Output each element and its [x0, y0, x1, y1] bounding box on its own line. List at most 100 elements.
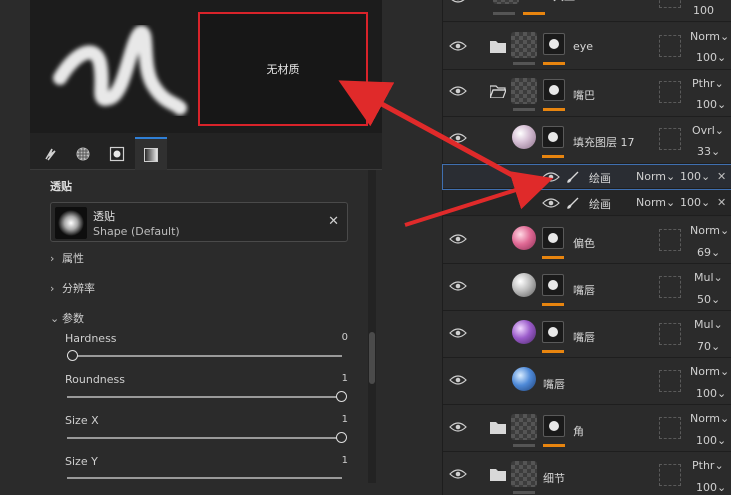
layer-thumbnail — [511, 461, 537, 487]
layer-opacity[interactable]: 100⌄ — [696, 98, 726, 111]
chevron-right-icon: › — [50, 252, 55, 265]
layer-row[interactable]: 细节 Pthr⌄ 100⌄ — [443, 452, 731, 495]
layer-name: 嘴唇 — [573, 331, 595, 344]
eye-icon[interactable] — [449, 421, 467, 433]
paintbrush-icon — [567, 171, 579, 183]
blend-mode[interactable]: Pthr⌄ — [692, 459, 724, 472]
eye-icon[interactable] — [449, 374, 467, 386]
gradient-icon — [144, 147, 158, 162]
param-value: 1 — [341, 455, 348, 466]
effect-row-selected[interactable]: 绘画 Norm⌄ 100⌄ ✕ — [442, 164, 731, 190]
eye-icon[interactable] — [449, 40, 467, 52]
decal-selector[interactable]: 透贴 Shape (Default) ✕ — [50, 202, 348, 242]
hardness-slider[interactable] — [67, 355, 342, 357]
layer-opacity[interactable]: 100⌄ — [696, 51, 726, 64]
blend-mode[interactable]: Mul⌄ — [694, 318, 723, 331]
layer-opacity[interactable]: 100 — [693, 4, 714, 17]
decal-name: 透贴 — [93, 210, 115, 223]
blend-preview — [659, 276, 681, 298]
param-value: 1 — [341, 373, 348, 384]
effect-row[interactable]: 绘画 Norm⌄ 100⌄ ✕ — [443, 190, 731, 216]
chevron-right-icon: › — [50, 282, 55, 295]
layer-mask[interactable] — [543, 415, 565, 437]
layer-row[interactable]: 嘴唇 Mul⌄ 70⌄ — [443, 311, 731, 358]
effect-opacity[interactable]: 100⌄ — [680, 170, 710, 183]
folder-icon[interactable] — [490, 421, 506, 434]
layer-row[interactable]: 角 Norm⌄ 100⌄ — [443, 405, 731, 452]
param-label: Roundness — [65, 373, 126, 386]
layer-opacity[interactable]: 100⌄ — [696, 434, 726, 447]
brush-preview: 无材质 — [30, 0, 382, 133]
blend-mode[interactable]: Ovrl⌄ — [692, 124, 724, 137]
size-y-slider[interactable] — [67, 477, 342, 479]
material-ball-thumbnail — [512, 125, 536, 149]
layer-mask[interactable] — [543, 79, 565, 101]
layer-row[interactable]: 大血 100 — [443, 0, 731, 22]
slider-handle[interactable] — [336, 432, 347, 443]
tab-mask[interactable] — [101, 137, 133, 170]
layer-opacity[interactable]: 33⌄ — [697, 145, 720, 158]
eye-icon[interactable] — [449, 0, 467, 4]
layer-mask[interactable] — [542, 126, 564, 148]
size-x-slider[interactable] — [67, 437, 342, 439]
layer-name: 填充图层 17 — [573, 136, 635, 149]
section-title: 透贴 — [50, 180, 72, 193]
layer-opacity[interactable]: 100⌄ — [696, 481, 726, 494]
scroll-thumb[interactable] — [369, 332, 375, 384]
blend-mode[interactable]: Pthr⌄ — [692, 77, 724, 90]
eye-icon[interactable] — [449, 132, 467, 144]
layer-name: 嘴唇 — [543, 378, 565, 391]
blend-mode[interactable]: Norm⌄ — [636, 170, 675, 183]
layer-opacity[interactable]: 69⌄ — [697, 246, 720, 259]
layer-row[interactable]: 嘴唇 Mul⌄ 50⌄ — [443, 264, 731, 311]
blend-mode[interactable]: Norm⌄ — [690, 412, 729, 425]
close-icon[interactable]: ✕ — [328, 214, 339, 229]
layer-mask[interactable] — [542, 227, 564, 249]
eye-icon[interactable] — [449, 233, 467, 245]
layer-row[interactable]: eye Norm⌄ 100⌄ — [443, 23, 731, 70]
slider-handle[interactable] — [67, 350, 78, 361]
eye-icon[interactable] — [449, 468, 467, 480]
layer-row[interactable]: 嘴巴 Pthr⌄ 100⌄ — [443, 70, 731, 117]
group-resolution[interactable]: › 分辨率 — [50, 280, 95, 296]
close-icon[interactable]: ✕ — [717, 196, 726, 209]
slider-handle[interactable] — [336, 391, 347, 402]
scrollbar[interactable] — [368, 170, 376, 483]
blend-mode[interactable]: Norm⌄ — [690, 30, 729, 43]
layer-mask[interactable] — [543, 33, 565, 55]
blend-preview — [659, 370, 681, 392]
layer-row[interactable]: 嘴唇 Norm⌄ 100⌄ — [443, 358, 731, 405]
layer-mask[interactable] — [542, 321, 564, 343]
group-attributes[interactable]: › 属性 — [50, 250, 84, 266]
eye-icon[interactable] — [449, 327, 467, 339]
eye-icon[interactable] — [449, 280, 467, 292]
eye-icon[interactable] — [449, 85, 467, 97]
folder-icon[interactable] — [490, 468, 506, 481]
layer-row[interactable]: 偏色 Norm⌄ 69⌄ — [443, 217, 731, 264]
tab-brush[interactable] — [35, 137, 67, 170]
layer-name: 大血 — [553, 0, 575, 4]
folder-icon[interactable] — [490, 40, 506, 53]
mask-indicator — [543, 444, 565, 447]
eye-icon[interactable] — [542, 197, 560, 209]
tab-material[interactable] — [67, 137, 99, 170]
blend-preview — [659, 323, 681, 345]
folder-open-icon[interactable] — [490, 85, 506, 98]
blend-mode[interactable]: Norm⌄ — [690, 224, 729, 237]
roundness-slider[interactable] — [67, 396, 342, 398]
blend-mode[interactable]: Norm⌄ — [636, 196, 675, 209]
layer-thumbnail — [493, 0, 519, 4]
blend-mode[interactable]: Mul⌄ — [694, 271, 723, 284]
layer-row[interactable]: 填充图层 17 Ovrl⌄ 33⌄ — [443, 117, 731, 164]
blend-mode[interactable]: Norm⌄ — [690, 365, 729, 378]
layer-opacity[interactable]: 100⌄ — [696, 387, 726, 400]
layer-mask[interactable] — [542, 274, 564, 296]
eye-icon[interactable] — [542, 171, 560, 183]
close-icon[interactable]: ✕ — [717, 170, 726, 183]
tab-gradient[interactable] — [135, 137, 167, 170]
layer-opacity[interactable]: 50⌄ — [697, 293, 720, 306]
group-parameters[interactable]: ⌄ 参数 — [50, 310, 84, 326]
layer-opacity[interactable]: 70⌄ — [697, 340, 720, 353]
thumb-indicator — [513, 444, 535, 447]
effect-opacity[interactable]: 100⌄ — [680, 196, 710, 209]
